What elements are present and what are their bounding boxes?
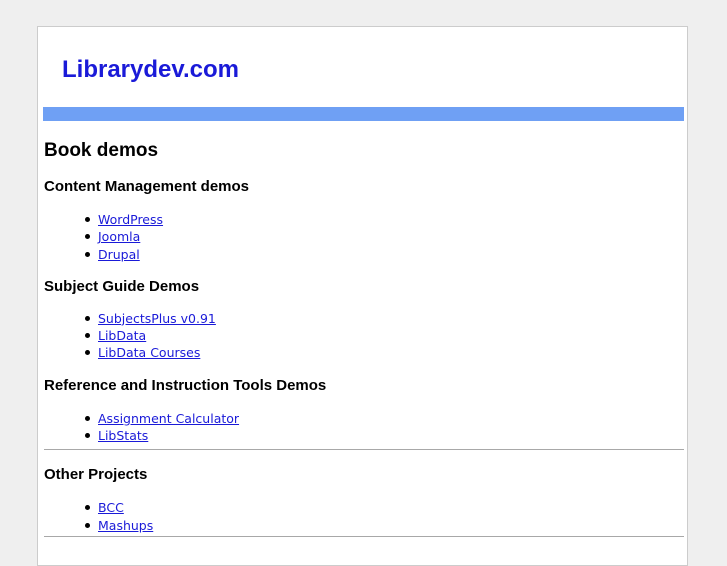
bullet-icon [85,333,90,339]
link-mashups[interactable]: Mashups [98,518,153,533]
link-libdata-courses[interactable]: LibData Courses [98,345,200,360]
link-bcc[interactable]: BCC [98,500,124,515]
list-item: Drupal [44,246,684,263]
list-item: WordPress [44,211,684,228]
bullet-icon [85,234,90,240]
subject-guide-list: SubjectsPlus v0.91 LibData LibData Cours… [44,310,684,362]
reference-tools-list: Assignment Calculator LibStats [44,410,684,445]
section-heading-reference-tools: Reference and Instruction Tools Demos [44,376,327,394]
page-container: Librarydev.com Book demos Content Manage… [37,26,688,566]
list-item: LibData [44,327,684,344]
link-assignment-calculator[interactable]: Assignment Calculator [98,411,239,426]
header-banner [43,107,684,121]
section-divider [44,449,684,451]
list-item: Assignment Calculator [44,410,684,427]
link-libdata[interactable]: LibData [98,328,146,343]
main-content: Book demos Content Management demos Word… [44,139,684,537]
page-heading: Book demos [44,140,159,161]
list-item: Joomla [44,228,684,245]
content-management-list: WordPress Joomla Drupal [44,211,684,263]
section-heading-other-projects: Other Projects [44,466,148,484]
section-divider [44,535,684,537]
link-subjectsplus[interactable]: SubjectsPlus v0.91 [98,311,216,326]
bullet-icon [85,251,90,257]
section-heading-subject-guide: Subject Guide Demos [44,277,200,295]
section-heading-content-management: Content Management demos [44,178,250,195]
link-libstats[interactable]: LibStats [98,428,148,443]
bullet-icon [85,350,90,356]
other-projects-list: BCC Mashups [44,499,684,534]
bullet-icon [85,505,90,511]
link-joomla[interactable]: Joomla [98,229,140,244]
site-title: Librarydev.com [62,56,239,83]
bullet-icon [85,522,90,528]
list-item: BCC [44,499,684,516]
bullet-icon [85,315,90,321]
link-drupal[interactable]: Drupal [98,247,140,262]
link-wordpress[interactable]: WordPress [98,212,163,227]
list-item: LibStats [44,427,684,444]
list-item: Mashups [44,517,684,534]
list-item: LibData Courses [44,344,684,361]
bullet-icon [85,433,90,439]
list-item: SubjectsPlus v0.91 [44,310,684,327]
bullet-icon [85,217,90,222]
bullet-icon [85,415,90,421]
